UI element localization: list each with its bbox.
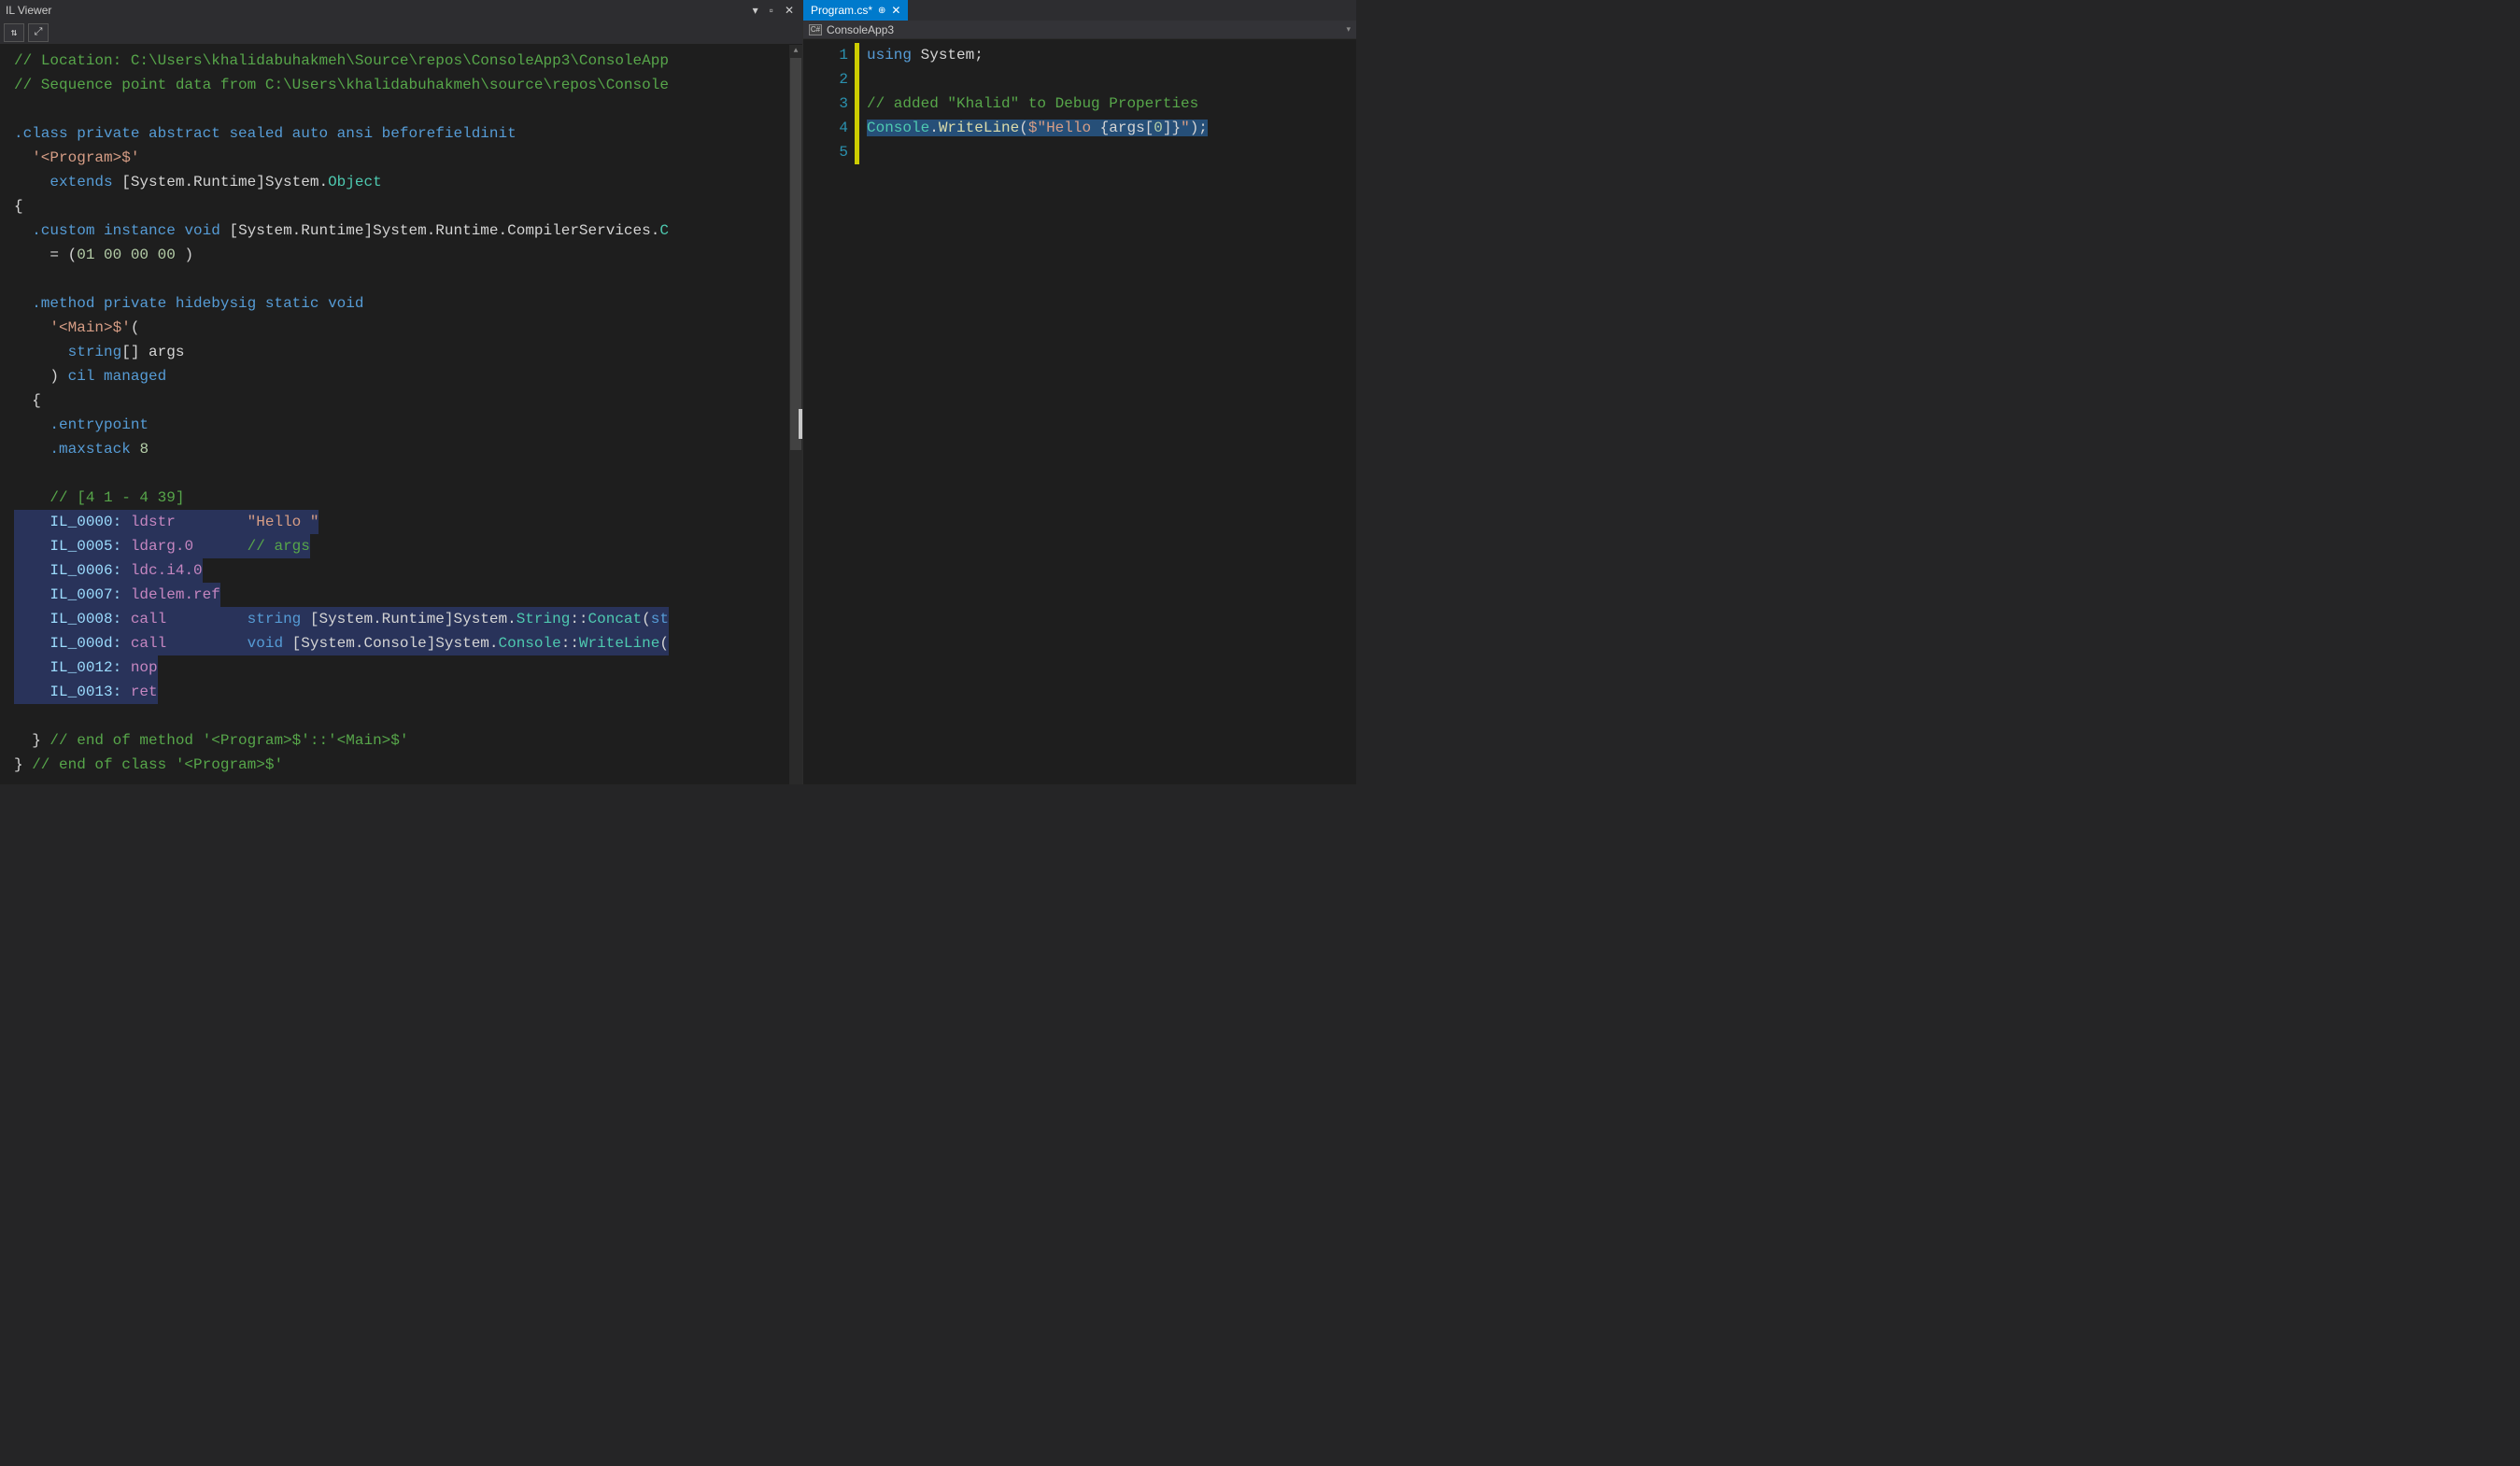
- code-line: .class private abstract sealed auto ansi…: [14, 121, 802, 146]
- il-viewer-titlebar: IL Viewer ▾ ▫ ✕: [0, 0, 802, 21]
- pin-icon[interactable]: ▫: [767, 4, 776, 17]
- code-line: IL_0006: ldc.i4.0: [14, 558, 802, 583]
- code-line: // [4 1 - 4 39]: [14, 486, 802, 510]
- cs-code-area[interactable]: 12345 using System; // added "Khalid" to…: [803, 39, 1356, 784]
- line-number: 1: [803, 43, 848, 67]
- code-line: IL_0000: ldstr "Hello ": [14, 510, 802, 534]
- il-viewer-toolbar: ⇅ ⤢: [0, 21, 802, 45]
- code-line: = (01 00 00 00 ): [14, 243, 802, 267]
- code-line: '<Program>$': [14, 146, 802, 170]
- code-line: // added "Khalid" to Debug Properties: [867, 92, 1356, 116]
- breadcrumb-dropdown-icon[interactable]: ▾: [1346, 24, 1351, 35]
- scroll-up-icon[interactable]: ▲: [789, 45, 802, 58]
- code-line: [867, 140, 1356, 164]
- code-line: IL_0013: ret: [14, 680, 802, 704]
- csharp-file-icon: C#: [809, 24, 822, 35]
- il-viewer-panel: IL Viewer ▾ ▫ ✕ ⇅ ⤢ // Location: C:\User…: [0, 0, 803, 784]
- il-viewer-title: IL Viewer: [6, 4, 51, 17]
- code-line: .maxstack 8: [14, 437, 802, 461]
- tab-pin-icon[interactable]: ⊕: [878, 6, 885, 16]
- editor-tab-bar: Program.cs* ⊕ ✕: [803, 0, 1356, 21]
- code-line: [14, 267, 802, 291]
- breadcrumb-bar[interactable]: C# ConsoleApp3 ▾: [803, 21, 1356, 39]
- code-line: using System;: [867, 43, 1356, 67]
- il-code-area[interactable]: // Location: C:\Users\khalidabuhakmeh\So…: [0, 45, 802, 784]
- code-line: IL_0007: ldelem.ref: [14, 583, 802, 607]
- code-line: string[] args: [14, 340, 802, 364]
- code-line: [14, 461, 802, 486]
- scrollbar-thumb[interactable]: [790, 58, 801, 450]
- code-line: {: [14, 388, 802, 413]
- dropdown-icon[interactable]: ▾: [750, 4, 761, 17]
- code-line: extends [System.Runtime]System.Object: [14, 170, 802, 194]
- line-number: 5: [803, 140, 848, 164]
- code-line: {: [14, 194, 802, 218]
- breadcrumb-label: ConsoleApp3: [827, 23, 894, 36]
- code-line: [867, 67, 1356, 92]
- il-viewer-window-controls: ▾ ▫ ✕: [750, 4, 797, 17]
- code-line: [14, 97, 802, 121]
- line-number: 2: [803, 67, 848, 92]
- code-line: IL_0012: nop: [14, 655, 802, 680]
- splitter-handle[interactable]: [799, 409, 802, 439]
- code-line: .method private hidebysig static void: [14, 291, 802, 316]
- code-line: '<Main>$'(: [14, 316, 802, 340]
- code-line: .custom instance void [System.Runtime]Sy…: [14, 218, 802, 243]
- code-line: } // end of method '<Program>$'::'<Main>…: [14, 728, 802, 753]
- code-line: [14, 704, 802, 728]
- tab-label: Program.cs*: [811, 4, 872, 17]
- toolbar-btn-1[interactable]: ⇅: [4, 23, 24, 42]
- modification-indicator: [855, 43, 859, 164]
- close-icon[interactable]: ✕: [782, 4, 797, 17]
- toolbar-btn-2[interactable]: ⤢: [28, 23, 49, 42]
- code-line: // Location: C:\Users\khalidabuhakmeh\So…: [14, 49, 802, 73]
- code-line: } // end of class '<Program>$': [14, 753, 802, 777]
- code-line: IL_0005: ldarg.0 // args: [14, 534, 802, 558]
- line-number-gutter: 12345: [803, 39, 857, 784]
- code-line: IL_000d: call void [System.Console]Syste…: [14, 631, 802, 655]
- line-number: 3: [803, 92, 848, 116]
- line-number: 4: [803, 116, 848, 140]
- editor-tab-program[interactable]: Program.cs* ⊕ ✕: [803, 0, 908, 21]
- editor-panel: Program.cs* ⊕ ✕ C# ConsoleApp3 ▾ 12345 u…: [803, 0, 1356, 784]
- code-line: .entrypoint: [14, 413, 802, 437]
- code-line: ) cil managed: [14, 364, 802, 388]
- code-line: IL_0008: call string [System.Runtime]Sys…: [14, 607, 802, 631]
- tab-close-icon[interactable]: ✕: [891, 4, 900, 17]
- code-line: // Sequence point data from C:\Users\kha…: [14, 73, 802, 97]
- code-line: Console.WriteLine($"Hello {args[0]}");: [867, 116, 1356, 140]
